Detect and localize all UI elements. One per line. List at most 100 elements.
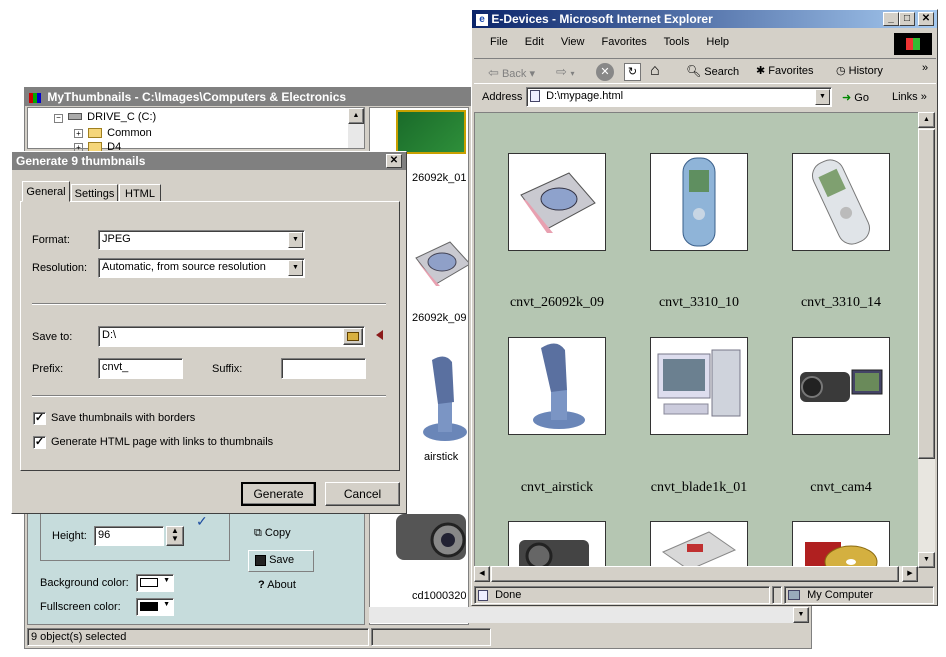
tree-node-drive[interactable]: − DRIVE_C (C:) (54, 111, 156, 123)
thumb-camcorder-link[interactable] (792, 337, 890, 435)
thumb-caption[interactable]: cnvt_cam4 (771, 480, 911, 496)
menu-favorites[interactable]: Favorites (602, 36, 647, 48)
camera-icon (519, 540, 589, 567)
menu-tools[interactable]: Tools (664, 36, 690, 48)
height-input[interactable]: 96 (94, 526, 164, 546)
tab-general[interactable]: General (22, 181, 70, 202)
stop-icon[interactable]: ✕ (596, 63, 614, 81)
search-button[interactable]: 🔍︎ Search (686, 64, 739, 78)
suffix-input[interactable] (281, 358, 366, 379)
thumb-camera-link[interactable] (508, 521, 606, 567)
info-icon: ? (258, 579, 265, 591)
chevron-down-icon[interactable]: ▼ (288, 260, 303, 276)
close-icon[interactable]: ✕ (386, 154, 402, 168)
scroll-up-arrow[interactable]: ▲ (918, 112, 935, 128)
dialog-titlebar[interactable]: Generate 9 thumbnails (12, 152, 406, 170)
thumb-phone-link[interactable] (650, 153, 748, 251)
thumb-caption[interactable]: cnvt_3310_10 (629, 295, 769, 311)
generate-button[interactable]: Generate (241, 482, 316, 506)
home-icon[interactable]: ⌂ (650, 62, 660, 80)
thumb-card-link[interactable] (650, 521, 748, 567)
scroll-thumb[interactable] (918, 129, 935, 459)
prefix-input[interactable]: cnvt_ (98, 358, 183, 379)
thumb-caption[interactable]: cnvt_3310_14 (771, 295, 911, 311)
ie-h-scrollbar[interactable]: ◀ ▶ (474, 566, 918, 582)
thumb-label: airstick (424, 451, 459, 463)
minimize-icon[interactable]: _ (883, 12, 899, 26)
favorites-button[interactable]: ✱ Favorites (756, 64, 814, 77)
tab-settings[interactable]: Settings (71, 184, 118, 202)
thumb-computer-link[interactable] (650, 337, 748, 435)
close-icon[interactable]: ✕ (918, 12, 934, 26)
cd-icon (805, 542, 878, 567)
list-h-scrollbar[interactable]: ▼ (369, 607, 809, 623)
scroll-left-arrow[interactable]: ◀ (474, 566, 490, 582)
expand-icon[interactable]: + (74, 129, 83, 138)
scroll-down-arrow[interactable]: ▼ (918, 552, 935, 568)
borders-checkbox[interactable]: ✓ (33, 412, 46, 425)
menu-view[interactable]: View (561, 36, 585, 48)
save-button[interactable]: Save (248, 550, 314, 572)
html-checkbox-label[interactable]: Generate HTML page with links to thumbna… (51, 436, 273, 448)
borders-checkbox-label[interactable]: Save thumbnails with borders (51, 412, 195, 424)
maximize-icon[interactable]: □ (899, 12, 915, 26)
go-button[interactable]: ➜ Go (842, 91, 869, 104)
chevron-down-icon[interactable]: ▼ (815, 89, 830, 105)
thumb-harddrive-link[interactable] (508, 153, 606, 251)
tab-html[interactable]: HTML (119, 184, 161, 202)
thumb-caption[interactable]: cnvt_airstick (487, 480, 627, 496)
menu-help[interactable]: Help (706, 36, 729, 48)
ie-menu-bar: File Edit View Favorites Tools Help (490, 36, 743, 48)
address-input[interactable]: D:\mypage.html ▼ (526, 87, 832, 107)
html-checkbox[interactable]: ✓ (33, 436, 46, 449)
browse-folder-icon[interactable] (343, 328, 363, 345)
drive-icon (68, 113, 83, 120)
status-bar: 9 object(s) selected (27, 628, 369, 646)
cancel-button[interactable]: Cancel (325, 482, 400, 506)
thumb-graphics-card[interactable] (396, 110, 466, 154)
scroll-thumb[interactable] (491, 566, 899, 582)
scroll-down-arrow[interactable]: ▼ (793, 607, 809, 623)
tree-node-common[interactable]: + Common (74, 127, 152, 139)
card-icon (661, 531, 737, 567)
history-button[interactable]: ◷ History (836, 64, 883, 77)
settings-panel: Height: 96 ▲ ▼ ✓ Background color: ▼ Full… (27, 508, 365, 625)
thumb-joystick[interactable] (420, 352, 468, 442)
refresh-icon[interactable]: ↻ (624, 63, 641, 81)
ie-v-scrollbar[interactable]: ▲ ▼ (918, 112, 935, 568)
menu-edit[interactable]: Edit (525, 36, 544, 48)
back-button[interactable]: ⇦ Back ▾ (488, 65, 535, 81)
computer-zone-icon (788, 590, 800, 601)
toolbar-chevron-icon[interactable]: » (922, 62, 928, 74)
computer-icon (657, 349, 741, 417)
thumb-label: 26092k_01 (412, 172, 467, 184)
ie-titlebar[interactable]: e E-Devices - Microsoft Internet Explore… (472, 10, 937, 28)
thumb-phone-silver-link[interactable] (792, 153, 890, 251)
forward-button[interactable]: ⇨ ▾ (556, 64, 575, 80)
thumb-caption[interactable]: cnvt_26092k_09 (487, 295, 627, 311)
save-to-input[interactable]: D:\ (98, 326, 365, 347)
resolution-select[interactable]: Automatic, from source resolution ▼ (98, 258, 305, 278)
scroll-right-arrow[interactable]: ▶ (902, 566, 918, 582)
address-label: Address (482, 91, 523, 103)
chevron-down-icon[interactable]: ▼ (288, 232, 303, 248)
fs-color-picker[interactable]: ▼ (136, 598, 174, 616)
height-spinner[interactable]: ▲ ▼ (166, 526, 184, 546)
thumb-cd-link[interactable] (792, 521, 890, 567)
expand-icon[interactable]: − (54, 114, 63, 123)
thumb-caption[interactable]: cnvt_blade1k_01 (629, 480, 769, 496)
thumb-joystick-link[interactable] (508, 337, 606, 435)
links-button[interactable]: Links » (892, 91, 927, 103)
status-bar-pane (371, 628, 491, 646)
divider (32, 395, 386, 397)
bg-color-picker[interactable]: ▼ (136, 574, 174, 592)
thumb-label: cd1000320 (412, 590, 467, 602)
format-select[interactable]: JPEG ▼ (98, 230, 305, 250)
tree-scrollbar[interactable]: ▲ (348, 108, 364, 148)
copy-button[interactable]: ⧉ Copy (254, 527, 291, 540)
folder-tree[interactable]: − DRIVE_C (C:) + Common + D4 ▲ (27, 107, 365, 153)
scroll-up-arrow[interactable]: ▲ (348, 108, 364, 124)
menu-file[interactable]: File (490, 36, 508, 48)
thumb-harddrive[interactable] (414, 238, 468, 288)
about-button[interactable]: ? About (258, 579, 296, 591)
